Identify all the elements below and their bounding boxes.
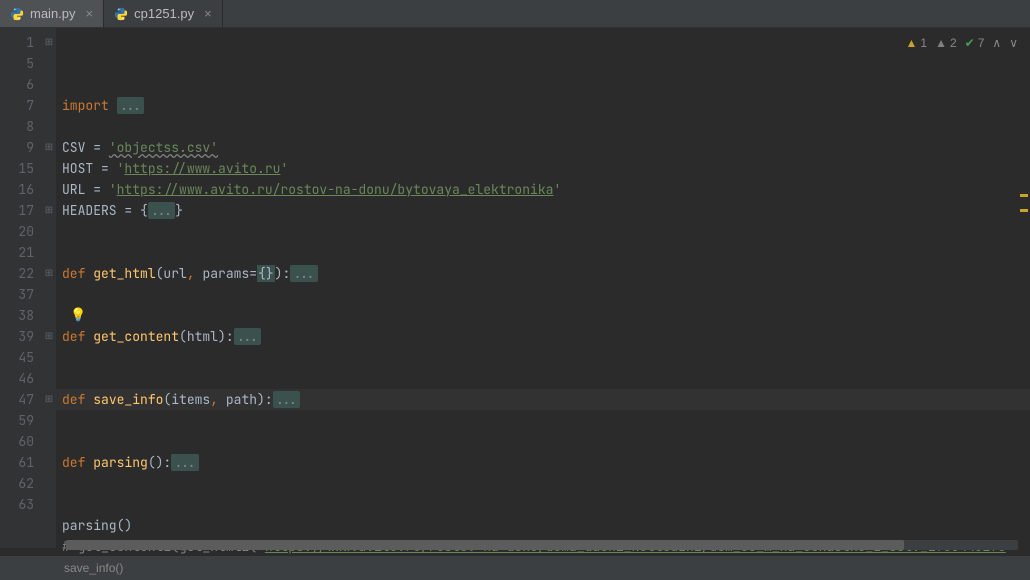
tab-label: cp1251.py [134,6,194,21]
horizontal-scrollbar[interactable] [66,540,1018,550]
python-file-icon [114,7,128,21]
editor-area: 1567891516172021223738394546475960616263… [0,28,1030,548]
tab-main-py[interactable]: main.py × [0,0,104,27]
tab-bar: main.py × cp1251.py × [0,0,1030,28]
code-area[interactable]: 💡 import ...CSV = 'objectss.csv'HOST = '… [56,28,1030,548]
close-icon[interactable]: × [86,6,94,21]
close-icon[interactable]: × [204,6,212,21]
line-number-gutter[interactable]: 1567891516172021223738394546475960616263 [0,28,42,548]
tab-label: main.py [30,6,76,21]
fold-gutter[interactable]: ⊞⊞⊞⊞⊞⊞ [42,28,56,548]
status-bar: save_info() [0,556,1030,580]
error-stripe[interactable] [1020,34,1028,514]
breadcrumb[interactable]: save_info() [64,561,123,575]
scrollbar-thumb[interactable] [66,540,904,550]
python-file-icon [10,7,24,21]
tab-cp1251-py[interactable]: cp1251.py × [104,0,223,27]
intention-bulb-icon[interactable]: 💡 [70,304,86,325]
